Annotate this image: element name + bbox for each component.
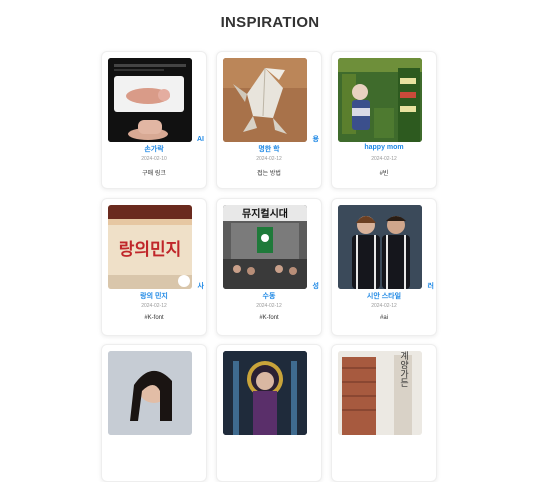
card-date: 2024-02-12 — [371, 303, 397, 309]
card-date: 2024-02-12 — [141, 303, 167, 309]
card-description: 접는 방법 — [257, 171, 281, 177]
card-date: 2024-02-12 — [256, 303, 282, 309]
page-title: INSPIRATION — [220, 14, 320, 31]
card-title[interactable]: 수동 — [217, 291, 321, 301]
portrait-photo[interactable] — [108, 351, 192, 435]
inspiration-card[interactable]: 러 시안 스타일 2024-02-12 #ai — [331, 198, 437, 336]
inspiration-card[interactable] — [216, 344, 322, 482]
happy-mom-photo[interactable] — [338, 58, 422, 142]
tracksuit-duo-photo[interactable] — [338, 205, 422, 289]
finger-product-photo[interactable] — [108, 58, 192, 142]
card-title[interactable]: happy mom — [332, 144, 436, 151]
pole-lettering: 계양가든 — [398, 351, 408, 387]
paper-crane-photo[interactable] — [223, 58, 307, 142]
card-title[interactable]: 명한 학 — [217, 144, 321, 154]
sign-lettering: 랑의민지 — [119, 240, 182, 260]
card-date: 2024-02-12 — [371, 156, 397, 162]
inspiration-card[interactable]: 뮤지컬시대 성 수동 2024-02-12 #K-font — [216, 198, 322, 336]
card-description: #K-font — [144, 315, 164, 321]
inspiration-card[interactable]: AI 손가락 2024-02-10 구매 링크 — [101, 51, 207, 189]
costume-figure-photo[interactable] — [223, 351, 307, 435]
inspiration-card[interactable]: 용 명한 학 2024-02-12 접는 방법 — [216, 51, 322, 189]
red-sign-photo[interactable]: 랑의민지 — [108, 205, 192, 289]
inspiration-card[interactable]: 계양가든 — [331, 344, 437, 482]
card-date: 2024-02-12 — [256, 156, 282, 162]
street-banner-photo[interactable]: 뮤지컬시대 — [223, 205, 307, 289]
card-description: 구매 링크 — [142, 171, 166, 177]
card-corner-label: 용 — [312, 136, 319, 143]
inspiration-card[interactable] — [101, 344, 207, 482]
card-description: #K-font — [259, 315, 279, 321]
card-description: #ai — [379, 315, 388, 321]
card-title[interactable]: 손가락 — [102, 144, 206, 154]
card-corner-label: AI — [197, 136, 204, 143]
card-description: #빈 — [379, 171, 389, 177]
card-title[interactable]: 랑의 민지 — [102, 291, 206, 301]
card-title[interactable]: 시안 스타일 — [332, 291, 436, 301]
card-date: 2024-02-10 — [141, 156, 167, 162]
inspiration-card[interactable]: 랑의민지 사 랑의 민지 2024-02-12 #K-font — [101, 198, 207, 336]
card-corner-label: 러 — [427, 283, 434, 290]
card-corner-label: 사 — [197, 283, 204, 290]
inspiration-card[interactable]: happy mom 2024-02-12 #빈 — [331, 51, 437, 189]
brick-pole-photo[interactable]: 계양가든 — [338, 351, 422, 435]
banner-lettering: 뮤지컬시대 — [242, 207, 288, 220]
card-corner-label: 성 — [312, 283, 319, 290]
